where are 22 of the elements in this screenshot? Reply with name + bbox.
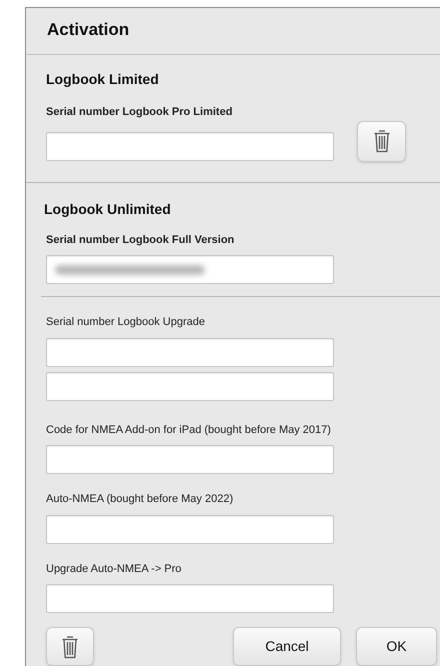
field-label: Serial number Logbook Full Version xyxy=(45,232,236,248)
delete-button[interactable] xyxy=(46,627,94,666)
dialog-title: Activation xyxy=(47,18,130,40)
field-label: Serial number Logbook Upgrade xyxy=(46,315,206,330)
field-label: Upgrade Auto-NMEA -> Pro xyxy=(46,562,182,576)
field-label: Auto-NMEA (bought before May 2022) xyxy=(46,492,234,507)
ok-button[interactable]: OK xyxy=(356,627,437,666)
trash-icon xyxy=(372,128,390,154)
text-field[interactable] xyxy=(46,338,334,366)
section-heading: Logbook Unlimited xyxy=(44,200,172,219)
text-field[interactable] xyxy=(46,372,334,400)
cancel-button[interactable]: Cancel xyxy=(233,627,341,666)
trash-icon xyxy=(61,634,79,660)
text-field[interactable] xyxy=(46,584,334,613)
section-heading: Logbook Limited xyxy=(46,70,160,89)
field-label: Serial number Logbook Pro Limited xyxy=(46,105,234,120)
field-label: Code for NMEA Add-on for iPad (bought before May 2017) xyxy=(46,422,332,438)
text-field[interactable] xyxy=(46,514,334,544)
text-field[interactable] xyxy=(46,255,334,284)
text-field[interactable] xyxy=(46,132,334,160)
delete-button[interactable] xyxy=(357,120,406,162)
text-field[interactable] xyxy=(46,445,334,474)
